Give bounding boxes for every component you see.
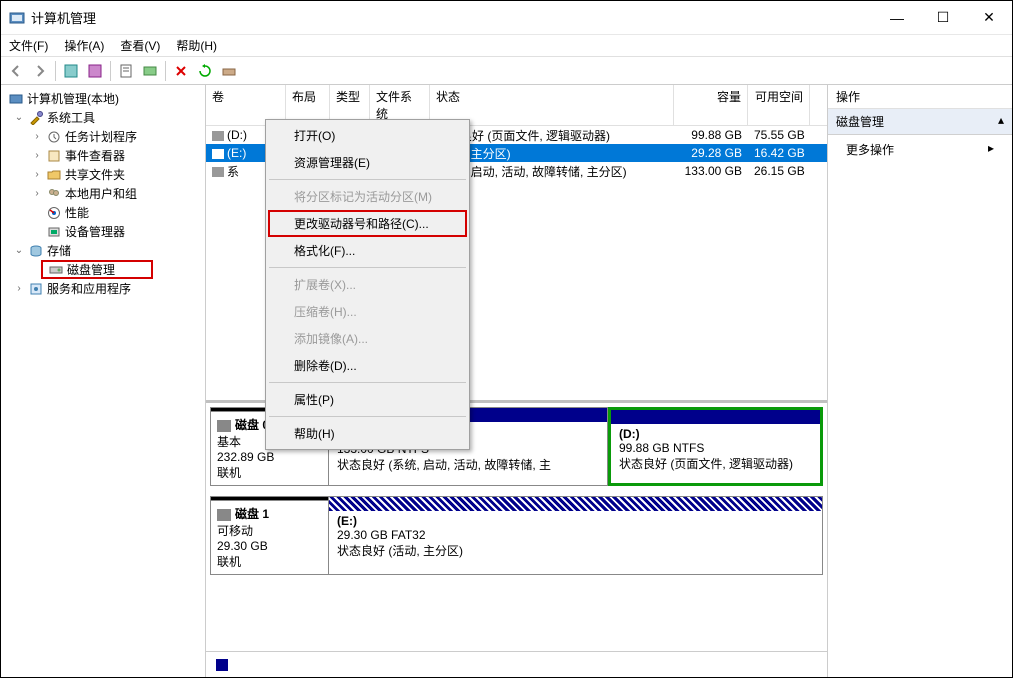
expand-icon[interactable]: › [13, 283, 25, 294]
menu-help[interactable]: 帮助(H) [176, 37, 217, 54]
partition-e[interactable]: (E:) 29.30 GB FAT32 状态良好 (活动, 主分区) [328, 496, 823, 575]
expand-icon[interactable]: › [31, 188, 43, 199]
legend-bar [206, 651, 827, 677]
menu-bar: 文件(F) 操作(A) 查看(V) 帮助(H) [1, 35, 1012, 57]
close-button[interactable]: ✕ [966, 1, 1012, 35]
minimize-button[interactable]: — [874, 1, 920, 35]
context-menu: 打开(O) 资源管理器(E) 将分区标记为活动分区(M) 更改驱动器号和路径(C… [265, 119, 470, 450]
delete-icon[interactable] [170, 60, 192, 82]
actions-section[interactable]: 磁盘管理 ▴ [828, 109, 1012, 135]
menu-open[interactable]: 打开(O) [268, 122, 467, 149]
menu-properties[interactable]: 属性(P) [268, 386, 467, 413]
forward-button[interactable] [29, 60, 51, 82]
chevron-up-icon: ▴ [998, 113, 1004, 130]
actions-more[interactable]: 更多操作 ▸ [828, 135, 1012, 164]
toolbar-icon-1[interactable] [60, 60, 82, 82]
expand-icon[interactable]: › [31, 169, 43, 180]
tree-shared-folders[interactable]: › 共享文件夹 [1, 165, 205, 184]
actions-panel: 操作 磁盘管理 ▴ 更多操作 ▸ [828, 85, 1012, 677]
refresh-icon[interactable] [194, 60, 216, 82]
disk-icon [217, 509, 231, 521]
menu-shrink: 压缩卷(H)... [268, 298, 467, 325]
menu-change-drive-letter[interactable]: 更改驱动器号和路径(C)... [268, 210, 467, 237]
menu-help[interactable]: 帮助(H) [268, 420, 467, 447]
menu-mirror: 添加镜像(A)... [268, 325, 467, 352]
tree-device-manager[interactable]: 设备管理器 [1, 222, 205, 241]
tree-root[interactable]: 计算机管理(本地) [1, 89, 205, 108]
expand-icon[interactable]: › [31, 150, 43, 161]
services-icon [28, 281, 44, 297]
toolbar-icon-3[interactable] [139, 60, 161, 82]
users-icon [46, 186, 62, 202]
actions-header: 操作 [828, 85, 1012, 109]
col-capacity[interactable]: 容量 [674, 85, 748, 125]
partition-d[interactable]: (D:) 99.88 GB NTFS 状态良好 (页面文件, 逻辑驱动器) [608, 407, 823, 486]
main-content: 卷 布局 类型 文件系统 状态 容量 可用空间 (D:) 简单 基本 NTFS … [206, 85, 828, 677]
menu-extend: 扩展卷(X)... [268, 271, 467, 298]
tree-system-tools[interactable]: ⌄ 系统工具 [1, 108, 205, 127]
disk-icon [48, 262, 64, 278]
menu-view[interactable]: 查看(V) [120, 37, 160, 54]
disk-icon [217, 420, 231, 432]
menu-explorer[interactable]: 资源管理器(E) [268, 149, 467, 176]
menu-file[interactable]: 文件(F) [9, 37, 48, 54]
disk-row-1[interactable]: 磁盘 1 可移动 29.30 GB 联机 (E:) 29.30 GB FAT32… [210, 496, 823, 575]
properties-icon[interactable] [115, 60, 137, 82]
back-button[interactable] [5, 60, 27, 82]
legend-swatch [216, 659, 228, 671]
computer-icon [8, 91, 24, 107]
collapse-icon[interactable]: ⌄ [13, 112, 25, 123]
tree-storage[interactable]: ⌄ 存储 [1, 241, 205, 260]
tools-icon [28, 110, 44, 126]
folder-icon [46, 167, 62, 183]
tree-services[interactable]: › 服务和应用程序 [1, 279, 205, 298]
tree-task-scheduler[interactable]: › 任务计划程序 [1, 127, 205, 146]
maximize-button[interactable]: ☐ [920, 1, 966, 35]
title-bar: 计算机管理 — ☐ ✕ [1, 1, 1012, 35]
nav-tree[interactable]: 计算机管理(本地) ⌄ 系统工具 › 任务计划程序 › 事件查看器 › 共享文件… [1, 85, 206, 677]
device-icon [46, 224, 62, 240]
tree-event-viewer[interactable]: › 事件查看器 [1, 146, 205, 165]
window-title: 计算机管理 [31, 8, 874, 27]
storage-icon [28, 243, 44, 259]
chevron-right-icon: ▸ [988, 141, 994, 158]
col-free[interactable]: 可用空间 [748, 85, 810, 125]
disk-header[interactable]: 磁盘 1 可移动 29.30 GB 联机 [210, 496, 328, 575]
toolbar-icon-4[interactable] [218, 60, 240, 82]
menu-format[interactable]: 格式化(F)... [268, 237, 467, 264]
tree-disk-management[interactable]: 磁盘管理 [41, 260, 153, 279]
performance-icon [46, 205, 62, 221]
tree-local-users[interactable]: › 本地用户和组 [1, 184, 205, 203]
clock-icon [46, 129, 62, 145]
toolbar-icon-2[interactable] [84, 60, 106, 82]
collapse-icon[interactable]: ⌄ [13, 245, 25, 256]
tree-performance[interactable]: 性能 [1, 203, 205, 222]
menu-mark-active: 将分区标记为活动分区(M) [268, 183, 467, 210]
app-window: 计算机管理 — ☐ ✕ 文件(F) 操作(A) 查看(V) 帮助(H) [0, 0, 1013, 678]
menu-delete-volume[interactable]: 删除卷(D)... [268, 352, 467, 379]
event-icon [46, 148, 62, 164]
toolbar [1, 57, 1012, 85]
app-icon [9, 10, 25, 26]
expand-icon[interactable]: › [31, 131, 43, 142]
menu-action[interactable]: 操作(A) [64, 37, 104, 54]
